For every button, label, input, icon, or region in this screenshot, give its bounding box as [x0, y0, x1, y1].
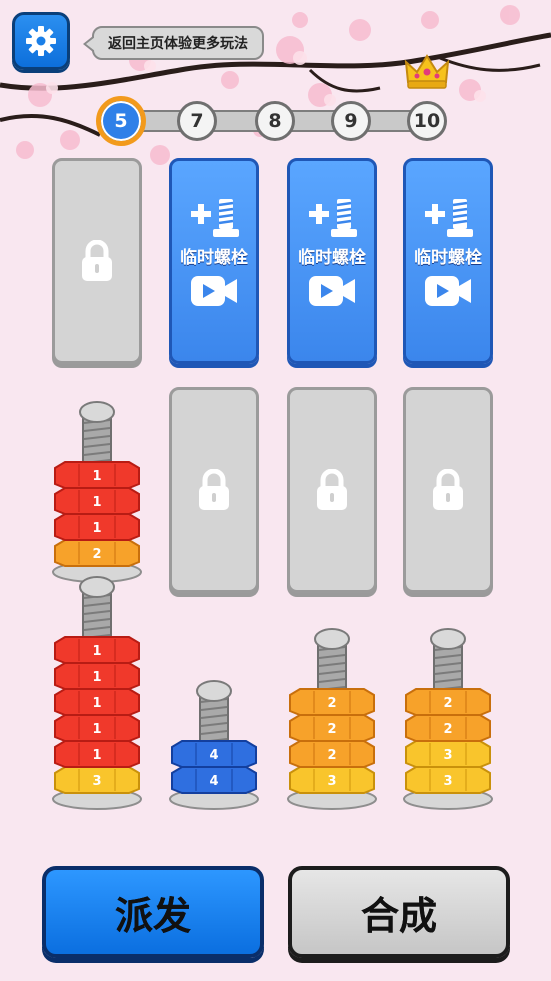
nut-number: 4 — [209, 748, 218, 763]
nut: 1 — [54, 662, 140, 690]
nut-number: 1 — [92, 495, 101, 510]
lock-icon — [317, 469, 347, 510]
nut-number: 2 — [327, 748, 336, 763]
settings-button[interactable] — [12, 12, 70, 70]
nut: 1 — [54, 714, 140, 742]
nut-number: 2 — [327, 722, 336, 737]
nut: 3 — [405, 766, 491, 794]
nut-number: 1 — [92, 670, 101, 685]
nut: 1 — [54, 636, 140, 664]
temp-bolt-slot[interactable]: 临时螺栓 — [287, 158, 377, 364]
bolt-stack[interactable]: 44 — [164, 575, 264, 815]
nut: 2 — [405, 688, 491, 716]
level-node-current: 5 — [96, 96, 146, 146]
lock-icon — [82, 240, 112, 281]
nut: 1 — [54, 740, 140, 768]
nut: 2 — [289, 714, 375, 742]
nut: 1 — [54, 487, 140, 515]
add-bolt-icon — [425, 199, 473, 237]
bolt-stack[interactable]: 3 2 2 2 — [282, 575, 382, 815]
bolt-stack[interactable]: 2 1 1 1 — [47, 348, 147, 588]
level-node: 7 — [177, 101, 217, 141]
nut: 2 — [289, 688, 375, 716]
nut-number: 2 — [443, 696, 452, 711]
lock-icon — [433, 469, 463, 510]
dispatch-label: 派发 — [114, 893, 191, 938]
locked-slot[interactable] — [169, 387, 259, 593]
lock-icon — [199, 469, 229, 510]
nut: 2 — [289, 740, 375, 768]
tip-text: 返回主页体验更多玩法 — [108, 36, 248, 52]
nut: 2 — [405, 714, 491, 742]
nut-number: 3 — [443, 748, 452, 763]
add-bolt-icon — [309, 199, 357, 237]
nut-number: 4 — [209, 774, 218, 789]
nut: 2 — [54, 539, 140, 567]
dispatch-button[interactable]: 派发 — [42, 866, 264, 958]
temp-slot-label: 临时螺栓 — [298, 248, 366, 268]
locked-slot[interactable] — [52, 158, 142, 364]
temp-slot-label: 临时螺栓 — [180, 248, 248, 268]
temp-slot-label: 临时螺栓 — [414, 248, 482, 268]
level-node: 8 — [255, 101, 295, 141]
nut-number: 1 — [92, 722, 101, 737]
bolt-cap — [79, 401, 115, 423]
nut-number: 2 — [92, 547, 101, 562]
level-node: 10 — [407, 101, 447, 141]
crown-icon — [404, 54, 450, 89]
bolt-stack[interactable]: 3 3 2 2 — [398, 575, 498, 815]
locked-slot[interactable] — [403, 387, 493, 593]
video-icon — [309, 276, 355, 306]
nut: 3 — [289, 766, 375, 794]
nut: 1 — [54, 513, 140, 541]
nut: 3 — [54, 766, 140, 794]
locked-slot[interactable] — [287, 387, 377, 593]
nut-number: 1 — [92, 696, 101, 711]
level-node: 9 — [331, 101, 371, 141]
temp-bolt-slot[interactable]: 临时螺栓 — [403, 158, 493, 364]
nut-number: 1 — [92, 748, 101, 763]
nut-number: 1 — [92, 521, 101, 536]
nut-number: 3 — [443, 774, 452, 789]
merge-button[interactable]: 合成 — [288, 866, 510, 958]
bolt-cap — [79, 576, 115, 598]
cherry-blossom-background — [0, 5, 551, 165]
home-tip-bubble[interactable]: 返回主页体验更多玩法 — [83, 26, 264, 60]
nut-number: 2 — [443, 722, 452, 737]
video-icon — [191, 276, 237, 306]
nut: 4 — [171, 740, 257, 768]
gear-icon — [26, 26, 56, 56]
nut: 1 — [54, 688, 140, 716]
nut-number: 3 — [327, 774, 336, 789]
temp-bolt-slot[interactable]: 临时螺栓 — [169, 158, 259, 364]
nut-number: 1 — [92, 469, 101, 484]
nut: 4 — [171, 766, 257, 794]
video-icon — [425, 276, 471, 306]
merge-label: 合成 — [360, 893, 437, 938]
nut-number: 1 — [92, 644, 101, 659]
nut-number: 3 — [92, 774, 101, 789]
bolt-stack[interactable]: 3 1 1 1 1 1 — [47, 575, 147, 815]
nut-number: 2 — [327, 696, 336, 711]
bolt-cap — [314, 628, 350, 650]
nut: 1 — [54, 461, 140, 489]
add-bolt-icon — [191, 199, 239, 237]
nut: 3 — [405, 740, 491, 768]
bolt-cap — [196, 680, 232, 702]
bolt-cap — [430, 628, 466, 650]
